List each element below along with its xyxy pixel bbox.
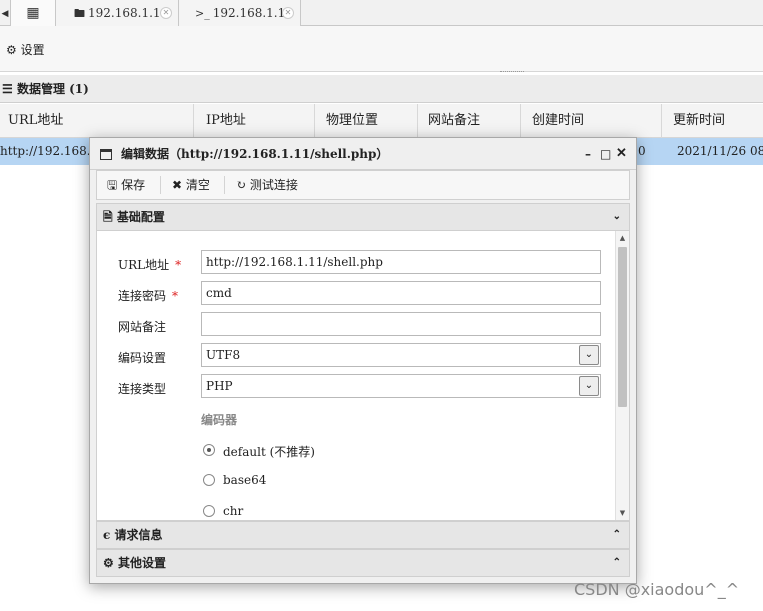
settings-label: 设置 — [20, 43, 45, 57]
encoder-radio-default[interactable] — [203, 444, 215, 456]
encoder-heading: 编码器 — [201, 413, 238, 427]
save-icon: 🖫 — [107, 178, 118, 192]
note-label: 网站备注 — [118, 320, 167, 334]
basic-config-form: URL地址 * http://192.168.1.11/shell.php 连接密… — [96, 231, 630, 521]
encoder-radio-base64[interactable] — [203, 474, 215, 486]
column-created[interactable]: 创建时间 — [521, 104, 662, 138]
tab-bar: ◀ ▦ 🖿 192.168.1.11 ✕ >_ 192.168.1.11 ✕ — [0, 0, 763, 26]
scroll-down-icon[interactable]: ▼ — [616, 507, 629, 519]
encoder-option-label[interactable]: chr — [223, 504, 243, 518]
gears-icon: ⚙ — [103, 556, 114, 570]
column-location[interactable]: 物理位置 — [315, 104, 418, 138]
column-updated[interactable]: 更新时间 — [662, 104, 763, 138]
section-other-label: 其他设置 — [117, 556, 166, 570]
spinner-icon: ↻ — [236, 178, 247, 192]
close-icon[interactable]: ✕ — [616, 138, 627, 170]
encoding-label: 编码设置 — [118, 351, 167, 365]
tab-folder[interactable]: 🖿 192.168.1.11 ✕ — [56, 0, 179, 26]
section-request-header[interactable]: є 请求信息 ⌃ — [96, 521, 630, 549]
tab-label: 192.168.1.11 — [88, 6, 169, 20]
watermark: CSDN @xiaodou^_^ — [574, 580, 740, 599]
form-scrollbar[interactable]: ▲ ▼ — [615, 231, 629, 520]
chevron-down-icon[interactable]: ⌄ — [579, 376, 599, 396]
save-label: 保存 — [121, 178, 146, 192]
gear-icon: ⚙ — [6, 43, 17, 57]
cell-created: 0 — [638, 144, 646, 158]
column-ip[interactable]: IP地址 — [194, 104, 315, 138]
cell-updated: 2021/11/26 08:3 — [677, 144, 763, 158]
toolbar-divider — [160, 176, 161, 194]
close-icon[interactable]: ✕ — [282, 7, 294, 19]
password-label: 连接密码 * — [118, 289, 179, 303]
dialog-titlebar[interactable]: 编辑数据（http://192.168.1.11/shell.php） – □ … — [90, 138, 636, 170]
url-input[interactable]: http://192.168.1.11/shell.php — [201, 250, 601, 274]
encoder-option-label[interactable]: base64 — [223, 473, 266, 487]
encoding-value: UTF8 — [206, 348, 241, 362]
close-icon[interactable]: ✕ — [160, 7, 172, 19]
edit-dialog: 编辑数据（http://192.168.1.11/shell.php） – □ … — [89, 137, 637, 584]
maximize-icon[interactable]: □ — [600, 138, 611, 170]
grid-header: URL地址 IP地址 物理位置 网站备注 创建时间 更新时间 — [0, 104, 763, 138]
scroll-up-icon[interactable]: ▲ — [616, 232, 629, 244]
settings-button[interactable]: ⚙ 设置 — [6, 41, 45, 58]
clear-icon: ✖ — [172, 178, 183, 192]
scroll-left-icon[interactable]: ◀ — [0, 0, 10, 26]
tab-label: 192.168.1.11 — [212, 6, 293, 20]
test-label: 测试连接 — [249, 178, 298, 192]
connection-type-label: 连接类型 — [118, 382, 167, 396]
tab-terminal[interactable]: >_ 192.168.1.11 ✕ — [179, 0, 301, 26]
chevron-down-icon[interactable]: ⌄ — [579, 345, 599, 365]
test-connection-button[interactable]: ↻ 测试连接 — [232, 171, 302, 199]
tab-home[interactable]: ▦ — [10, 0, 56, 26]
save-button[interactable]: 🖫 保存 — [103, 171, 149, 199]
password-input[interactable]: cmd — [201, 281, 601, 305]
connection-type-select[interactable]: PHP ⌄ — [201, 374, 601, 398]
minimize-icon[interactable]: – — [585, 138, 591, 170]
scrollbar-thumb[interactable] — [618, 247, 627, 407]
dialog-toolbar: 🖫 保存 ✖ 清空 ↻ 测试连接 — [96, 170, 630, 200]
document-icon: 🗎 — [103, 210, 113, 224]
column-url[interactable]: URL地址 — [0, 104, 194, 138]
column-note[interactable]: 网站备注 — [418, 104, 521, 138]
window-icon — [100, 149, 112, 160]
encoder-option-label[interactable]: default (不推荐) — [223, 443, 315, 460]
url-label: URL地址 * — [118, 258, 182, 272]
encoding-select[interactable]: UTF8 ⌄ — [201, 343, 601, 367]
chevron-up-icon: ⌃ — [612, 557, 621, 568]
panel-title: ☰ 数据管理 (1) — [0, 75, 763, 103]
chevron-down-icon: ⌄ — [612, 211, 621, 222]
terminal-icon: >_ — [195, 7, 210, 20]
section-basic-header[interactable]: 🗎 基础配置 ⌄ — [96, 203, 630, 231]
section-request-label: 请求信息 — [114, 528, 163, 542]
encoder-radio-chr[interactable] — [203, 505, 215, 517]
edge-icon: є — [103, 528, 111, 542]
main-toolbar: ⚙ 设置 — [0, 26, 763, 72]
dialog-title: 编辑数据（http://192.168.1.11/shell.php） — [121, 147, 389, 161]
note-input[interactable] — [201, 312, 601, 336]
toolbar-divider — [224, 176, 225, 194]
panel-title-text: 数据管理 (1) — [16, 82, 89, 96]
section-basic-label: 基础配置 — [116, 210, 165, 224]
folder-icon: 🖿 — [74, 7, 85, 20]
clear-button[interactable]: ✖ 清空 — [168, 171, 214, 199]
resize-handle[interactable] — [500, 71, 524, 73]
list-icon: ☰ — [2, 82, 13, 96]
connection-type-value: PHP — [206, 379, 233, 393]
section-other-header[interactable]: ⚙ 其他设置 ⌃ — [96, 549, 630, 577]
grid-icon: ▦ — [26, 5, 40, 21]
clear-label: 清空 — [185, 178, 210, 192]
chevron-up-icon: ⌃ — [612, 529, 621, 540]
